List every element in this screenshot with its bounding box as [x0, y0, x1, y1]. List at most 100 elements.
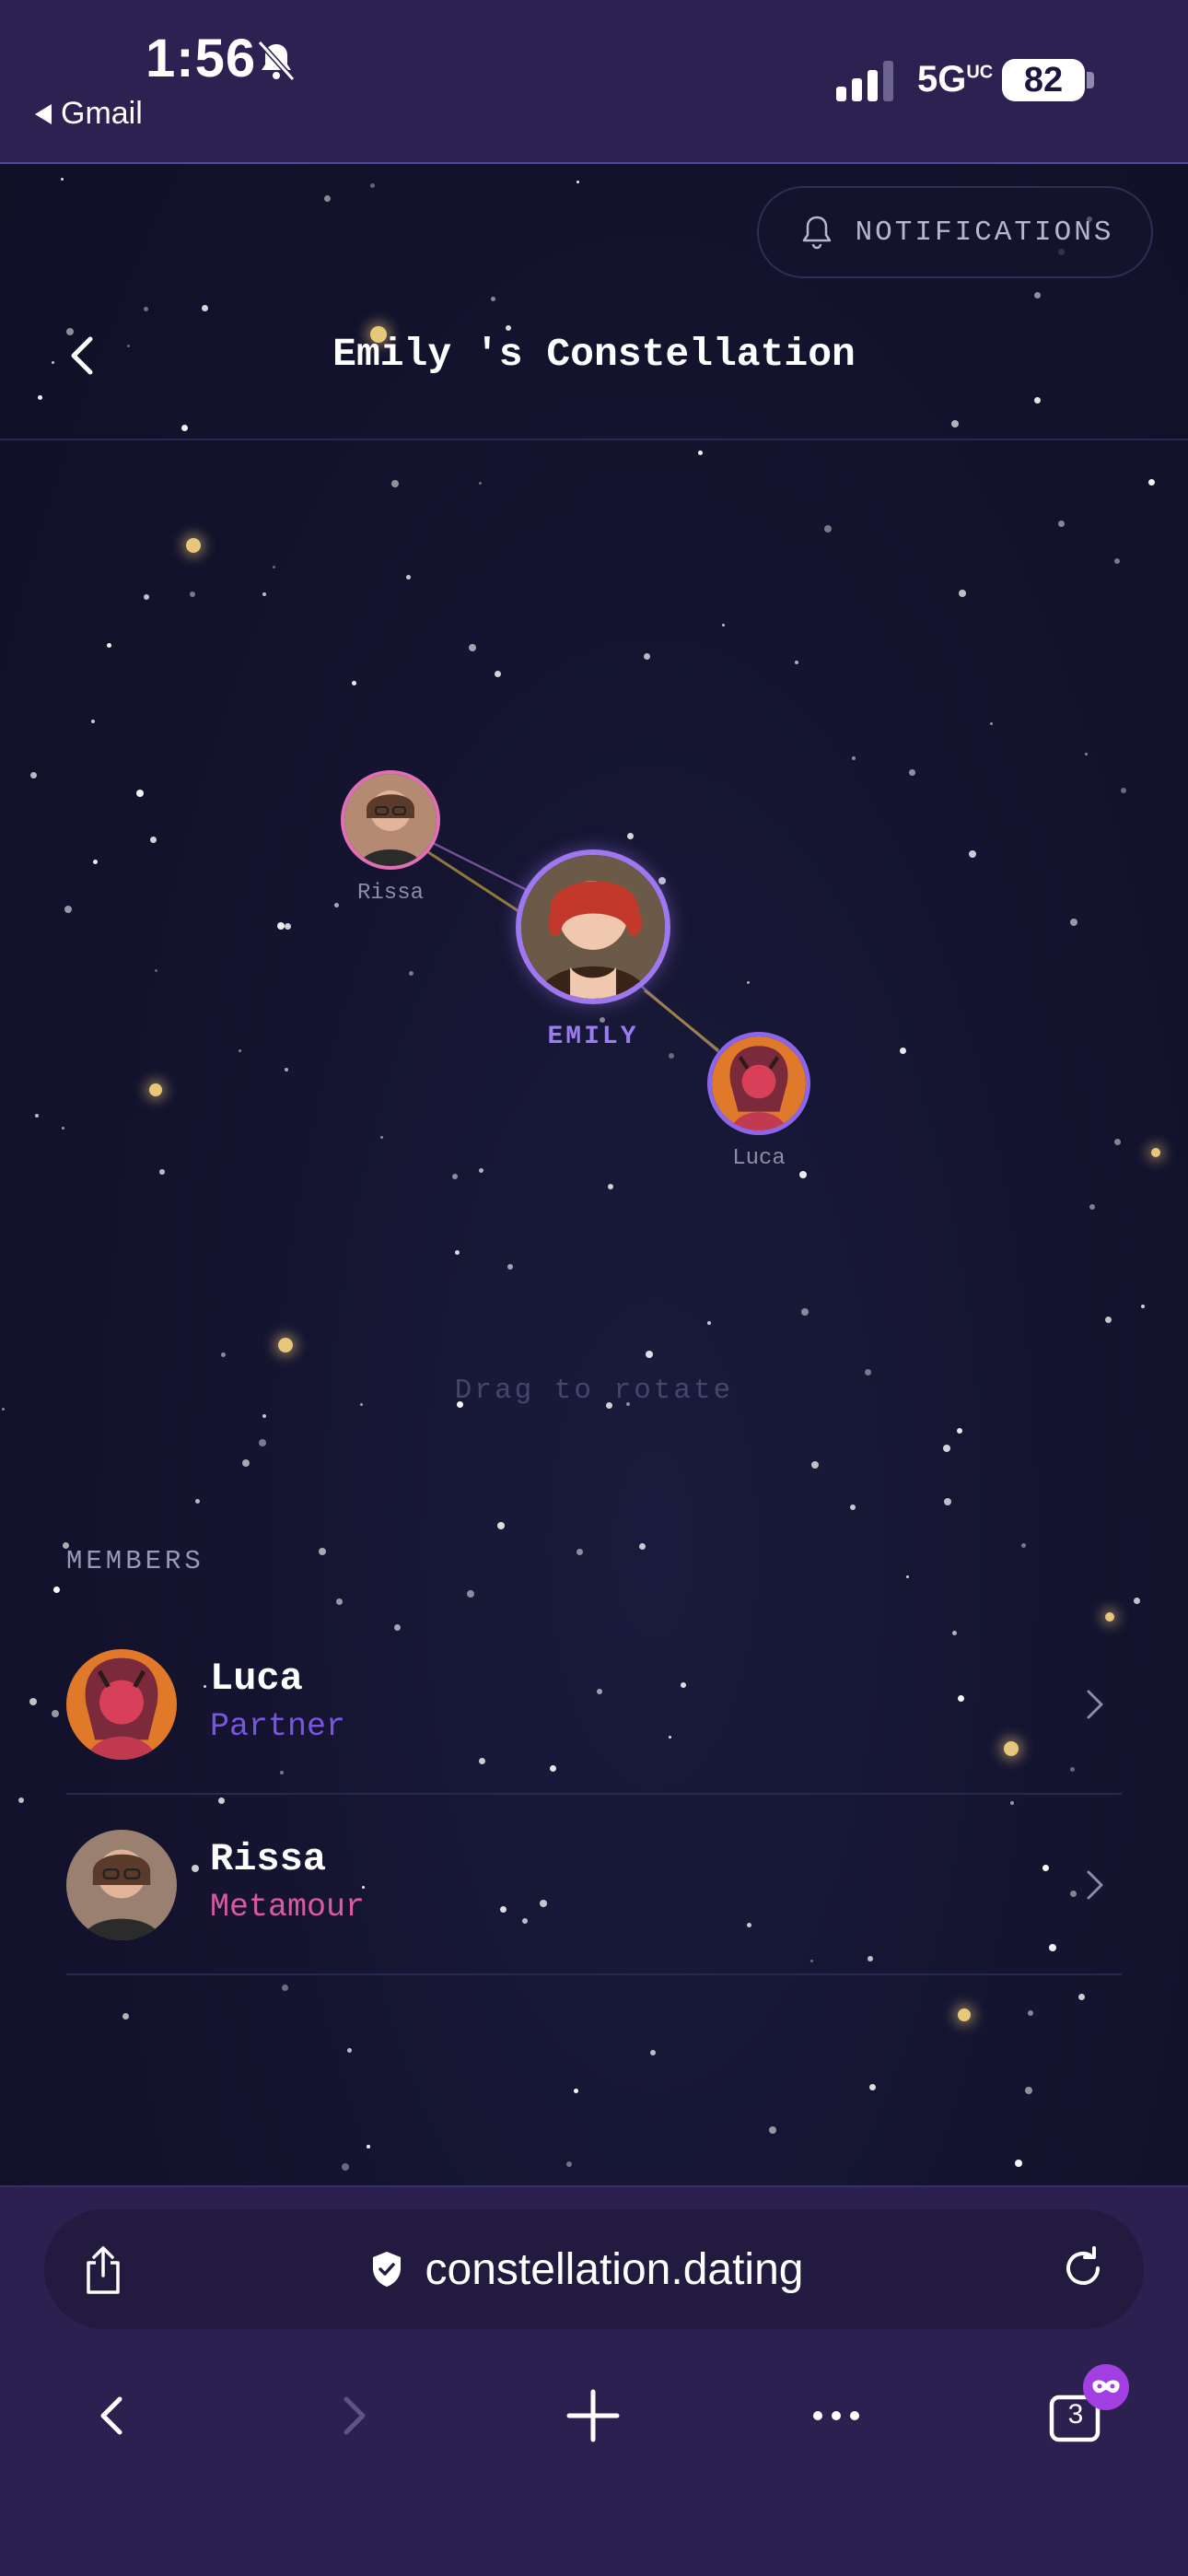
star: [221, 1352, 226, 1357]
star: [282, 1985, 288, 1991]
star: [658, 877, 666, 884]
chevron-right-icon: [1087, 1690, 1103, 1719]
star: [769, 2126, 776, 2134]
address-bar[interactable]: constellation.dating: [44, 2209, 1144, 2329]
star: [150, 837, 157, 843]
star: [608, 1184, 613, 1189]
star: [107, 643, 111, 648]
star: [698, 451, 703, 455]
node-rissa-label: Rissa: [356, 881, 424, 906]
star: [506, 325, 511, 331]
back-icon[interactable]: [83, 2386, 142, 2445]
star: [273, 566, 275, 568]
node-luca-label: Luca: [732, 1146, 786, 1171]
star: [122, 2013, 129, 2020]
bell-icon: [802, 216, 831, 250]
star: [479, 482, 482, 485]
star: [1034, 292, 1041, 299]
star: [566, 2161, 572, 2167]
star: [53, 1587, 60, 1593]
star: [497, 1522, 505, 1529]
star: [29, 1698, 37, 1705]
plus-icon[interactable]: [564, 2386, 623, 2445]
star: [324, 195, 331, 202]
glowing-star: [278, 1338, 293, 1352]
member-row-luca[interactable]: Luca Partner: [66, 1614, 1122, 1795]
star: [347, 2048, 352, 2053]
star: [650, 2050, 656, 2055]
glowing-star: [149, 1083, 162, 1096]
star: [452, 1174, 458, 1179]
star: [577, 1549, 583, 1555]
star: [391, 480, 399, 487]
star: [1105, 1317, 1112, 1323]
back-to-app-link[interactable]: Gmail: [35, 96, 143, 132]
node-rissa-avatar[interactable]: [341, 770, 440, 870]
star: [644, 653, 650, 660]
notifications-button[interactable]: NOTIFICATIONS: [757, 186, 1153, 278]
star: [1134, 1598, 1140, 1604]
star: [1148, 479, 1155, 486]
star: [852, 756, 856, 760]
node-emily-avatar[interactable]: [516, 849, 670, 1004]
more-icon[interactable]: [807, 2386, 866, 2445]
star: [285, 1068, 288, 1071]
star: [909, 769, 915, 776]
star: [342, 2163, 349, 2171]
network-indicator: 5GUC: [917, 59, 994, 100]
back-triangle-icon: [35, 103, 52, 124]
status-bar: 1:56 Gmail 5GUC 82: [0, 0, 1188, 164]
member-name: Rissa: [210, 1837, 327, 1881]
star: [190, 591, 195, 597]
star: [479, 1168, 483, 1173]
star: [900, 1048, 906, 1054]
star: [707, 1321, 711, 1325]
chevron-right-icon: [1087, 1870, 1103, 1900]
header-divider: [0, 439, 1188, 440]
notifications-label: NOTIFICATIONS: [855, 216, 1114, 249]
star: [1015, 2160, 1022, 2167]
star: [1089, 1204, 1095, 1210]
glowing-star: [186, 538, 201, 553]
member-row-rissa[interactable]: Rissa Metamour: [66, 1795, 1122, 1975]
star: [491, 297, 495, 301]
drag-hint: Drag to rotate: [454, 1375, 734, 1407]
star: [93, 860, 98, 864]
star: [370, 183, 375, 188]
glowing-star: [1151, 1148, 1160, 1157]
star: [574, 2089, 578, 2093]
star: [747, 981, 750, 984]
star: [380, 1136, 383, 1139]
star: [722, 624, 725, 626]
star: [799, 1171, 807, 1178]
private-mask-icon: [1083, 2364, 1129, 2410]
star: [259, 1439, 266, 1446]
star: [455, 1250, 460, 1255]
star: [959, 590, 966, 597]
star: [144, 307, 148, 311]
star: [30, 772, 37, 779]
star: [1121, 788, 1126, 793]
star: [646, 1351, 653, 1358]
star: [319, 1548, 326, 1555]
star: [795, 661, 798, 664]
star: [1114, 558, 1120, 564]
reload-icon[interactable]: [1059, 2244, 1107, 2292]
star: [285, 923, 291, 930]
node-luca-avatar[interactable]: [707, 1032, 810, 1135]
star: [202, 305, 208, 311]
star: [627, 833, 634, 839]
forward-icon[interactable]: [324, 2386, 383, 2445]
star: [38, 395, 42, 400]
star: [943, 1445, 950, 1452]
star: [1114, 1139, 1121, 1145]
star: [495, 671, 501, 677]
star: [336, 1598, 343, 1605]
star: [159, 1169, 165, 1175]
glowing-star: [958, 2008, 971, 2021]
star: [242, 1459, 250, 1467]
bell-slash-icon: [257, 40, 296, 82]
star: [869, 2084, 876, 2090]
star: [944, 1498, 951, 1505]
star: [1085, 753, 1088, 755]
